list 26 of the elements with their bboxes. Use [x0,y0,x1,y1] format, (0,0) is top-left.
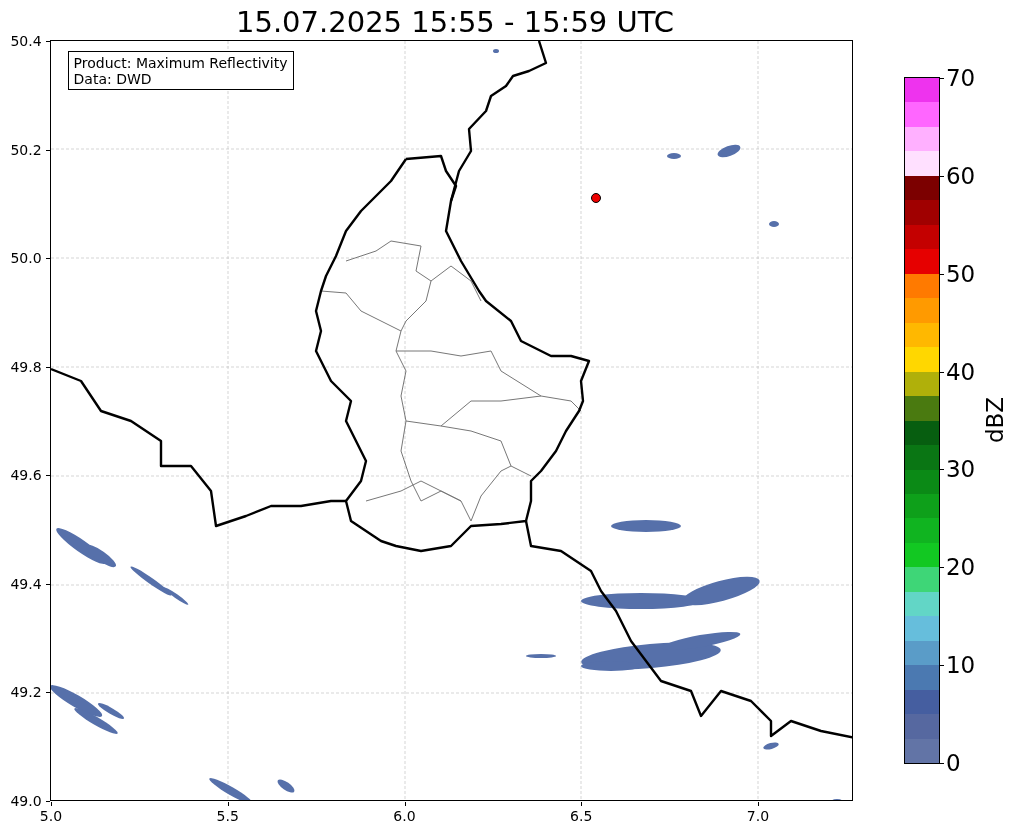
location-marker [590,193,601,203]
longitude-tick-label: 7.0 [746,808,770,824]
colorbar-tick-label: 10 [946,652,976,679]
latitude-tick-label: 49.8 [10,358,42,375]
colorbar-tick-label: 70 [946,65,976,91]
colorbar-tick-label: 20 [946,554,976,581]
latitude-tick-label: 49.4 [10,575,42,592]
info-text: Product: Maximum Reflectivity [73,55,288,71]
latitude-tick-label: 50.2 [10,141,42,158]
latitude-tick-label: 50.0 [10,250,42,267]
colorbar-tick-label: 60 [946,162,976,189]
longitude-tick-label: 5.0 [39,808,63,824]
colorbar-tick-label: 30 [946,456,976,483]
longitude-tick-label: 6.5 [570,808,593,824]
longitude-tick-label: 5.5 [216,808,239,824]
colorbar-tick-label: 40 [946,358,976,385]
colorbar-tick-label: 50 [946,260,976,287]
latitude-tick-label: 50.4 [10,33,42,49]
colorbar-tick-label: 0 [946,750,961,776]
latitude-tick-label: 49.6 [10,467,42,484]
info-text: Data: DWD [73,71,153,87]
colorbar-label: dBZ [982,396,1009,444]
chart-title: 15.07.2025 15:55 - 15:59 UTC [235,4,675,40]
longitude-tick-label: 6.0 [393,808,416,824]
latitude-tick-label: 49.0 [10,793,42,809]
latitude-tick-label: 49.2 [10,684,42,701]
